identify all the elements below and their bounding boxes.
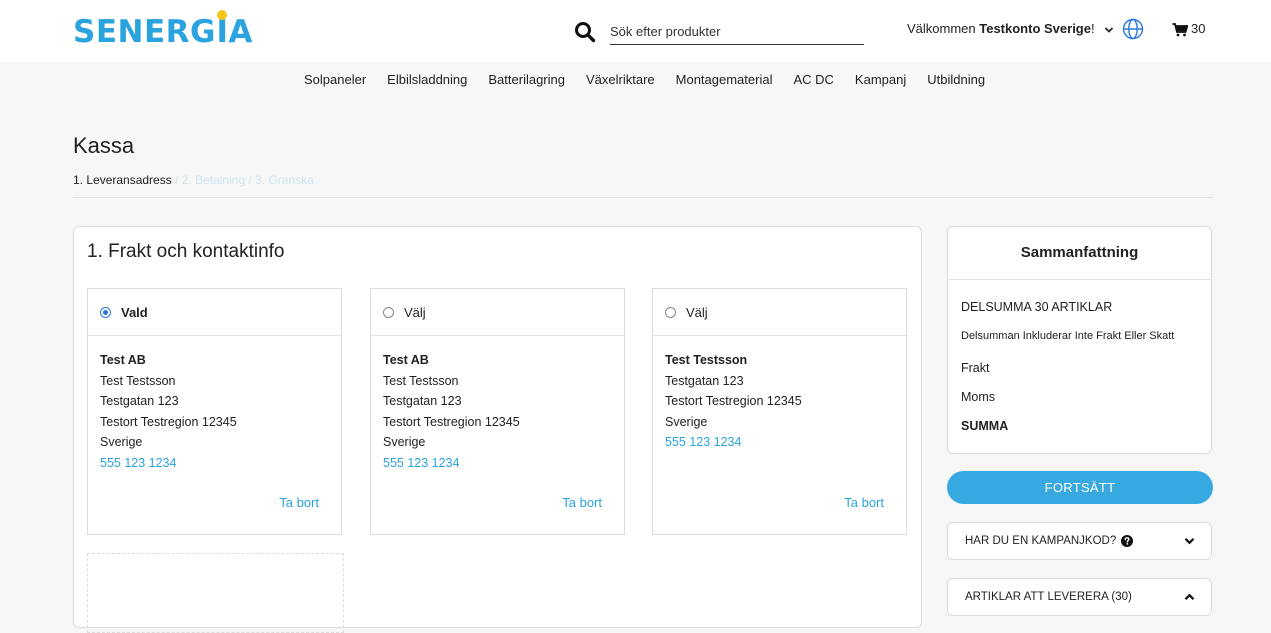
nav-item-kampanj[interactable]: Kampanj <box>855 72 906 87</box>
search-icon[interactable] <box>574 21 596 43</box>
address-details: Test Testsson Testgatan 123 Testort Test… <box>653 336 906 453</box>
subtotal-label: DELSUMMA 30 ARTIKLAR <box>961 300 1113 314</box>
remove-address-link[interactable]: Ta bort <box>279 495 319 510</box>
address-country: Sverige <box>383 435 426 449</box>
radio-unselected-icon[interactable] <box>383 306 394 318</box>
address-street: Testgatan 123 <box>383 394 462 408</box>
address-country: Sverige <box>100 435 143 449</box>
address-street: Testgatan 123 <box>665 373 744 388</box>
address-select-option[interactable]: Välj <box>653 289 906 336</box>
chevron-down-icon[interactable] <box>1184 537 1195 545</box>
chevron-up-icon[interactable] <box>1184 593 1195 601</box>
logo-text-start: SENERG <box>73 14 216 50</box>
checkout-steps: 1. Leveransadress / 2. Betalning / 3. Gr… <box>73 173 314 187</box>
address-company: Test AB <box>100 353 146 367</box>
logo-text-end: A <box>228 14 253 50</box>
address-card-1[interactable]: Vald Test AB Test Testsson Testgatan 123… <box>87 288 342 535</box>
address-details: Test AB Test Testsson Testgatan 123 Test… <box>88 336 341 473</box>
nav-item-batterilagring[interactable]: Batterilagring <box>488 72 565 87</box>
cart-icon <box>1172 22 1189 36</box>
account-name: Testkonto Sverige <box>979 21 1091 36</box>
address-card-3[interactable]: Välj Test Testsson Testgatan 123 Testort… <box>652 288 907 535</box>
radio-selected-icon[interactable] <box>100 306 111 318</box>
total-label: SUMMA <box>961 419 1009 433</box>
search-bar <box>574 18 866 46</box>
senergia-logo[interactable]: SENERG.iA <box>73 10 253 52</box>
address-selection-label: Välj <box>686 304 708 320</box>
address-selection-label: Vald <box>121 304 148 320</box>
shipping-cost-label: Frakt <box>961 361 990 375</box>
step-remaining: / 2. Betalning / 3. Granska <box>171 173 314 187</box>
logo-i-with-sun: .i <box>216 10 229 62</box>
address-city-line: Testort Testregion 12345 <box>383 414 520 429</box>
address-company: Test AB <box>383 353 429 367</box>
top-bar: SENERG.iA Välkommen Testkonto Sverige! 3… <box>0 0 1271 62</box>
shipping-panel: 1. Frakt och kontaktinfo Vald Test AB Te… <box>73 226 922 633</box>
summary-title: Sammanfattning <box>948 227 1211 280</box>
step-active: 1. Leveransadress <box>73 173 172 187</box>
cart-count: 30 <box>1191 21 1206 36</box>
shipping-section-title: 1. Frakt och kontaktinfo <box>87 241 285 262</box>
address-person: Test Testsson <box>100 373 176 388</box>
nav-item-elbilsladdning[interactable]: Elbilsladdning <box>387 72 467 87</box>
coupon-label: HAR DU EN KAMPANJKOD? <box>965 535 1117 547</box>
globe-icon[interactable] <box>1122 18 1144 40</box>
address-company: Test Testsson <box>665 353 748 367</box>
address-city-line: Testort Testregion 12345 <box>100 414 237 429</box>
coupon-accordion[interactable]: HAR DU EN KAMPANJKOD? <box>947 522 1212 560</box>
remove-address-link[interactable]: Ta bort <box>844 495 884 510</box>
category-nav-list: Solpaneler Elbilsladdning Batterilagring… <box>304 72 1006 87</box>
search-input[interactable] <box>610 18 864 45</box>
address-select-option[interactable]: Välj <box>371 289 624 336</box>
new-address-card[interactable] <box>87 553 344 633</box>
coupon-accordion-header: HAR DU EN KAMPANJKOD? <box>965 535 1134 547</box>
address-person: Test Testsson <box>383 373 459 388</box>
items-accordion[interactable]: ARTIKLAR ATT LEVERERA (30) <box>947 578 1212 616</box>
address-street: Testgatan 123 <box>100 394 179 408</box>
address-select-option[interactable]: Vald <box>88 289 341 336</box>
account-menu[interactable]: Välkommen Testkonto Sverige! <box>907 21 1114 36</box>
tax-label: Moms <box>961 390 996 404</box>
question-circle-icon[interactable] <box>1121 535 1134 547</box>
page-title: Kassa <box>73 133 135 158</box>
address-phone[interactable]: 555 123 1234 <box>665 432 894 453</box>
address-details: Test AB Test Testsson Testgatan 123 Test… <box>371 336 624 473</box>
address-card-2[interactable]: Välj Test AB Test Testsson Testgatan 123… <box>370 288 625 535</box>
nav-item-ac-dc[interactable]: AC DC <box>793 72 833 87</box>
cart-button[interactable]: 30 <box>1172 21 1205 39</box>
address-city-line: Testort Testregion 12345 <box>665 394 802 408</box>
nav-item-solpaneler[interactable]: Solpaneler <box>304 72 366 87</box>
items-to-deliver-label: ARTIKLAR ATT LEVERERA (30) <box>965 591 1132 603</box>
nav-item-vaxelriktare[interactable]: Växelriktare <box>586 72 655 87</box>
subtotal-note: Delsumman Inkluderar Inte Frakt Eller Sk… <box>961 330 1175 342</box>
category-nav: Solpaneler Elbilsladdning Batterilagring… <box>0 72 1271 94</box>
address-phone[interactable]: 555 123 1234 <box>100 453 329 474</box>
nav-item-montagematerial[interactable]: Montagematerial <box>676 72 773 87</box>
address-phone[interactable]: 555 123 1234 <box>383 453 612 474</box>
address-country: Sverige <box>665 414 708 429</box>
address-selection-label: Välj <box>404 304 426 320</box>
welcome-prefix: Välkommen <box>907 21 980 36</box>
welcome-suffix: ! <box>1090 21 1095 36</box>
remove-address-link[interactable]: Ta bort <box>562 495 602 510</box>
nav-item-utbildning[interactable]: Utbildning <box>927 72 985 87</box>
order-summary-panel: Sammanfattning DELSUMMA 30 ARTIKLAR Dels… <box>947 226 1212 454</box>
chevron-down-icon <box>1105 26 1114 33</box>
continue-button[interactable]: FORTSÄTT <box>947 471 1213 504</box>
heading-divider <box>73 197 1213 198</box>
radio-unselected-icon[interactable] <box>665 306 676 318</box>
